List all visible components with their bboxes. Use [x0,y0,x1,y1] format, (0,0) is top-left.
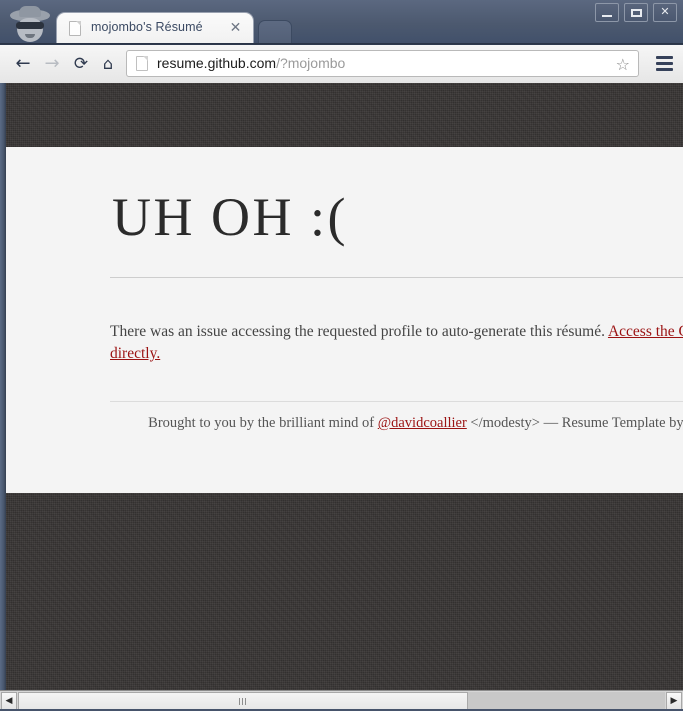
tab-close-icon[interactable]: ✕ [228,20,243,35]
browser-toolbar: ← → ⟳ ⌂ resume.github.com/?mojombo ☆ [0,45,683,84]
maximize-button[interactable] [624,3,648,22]
chrome-menu-icon[interactable] [653,53,675,74]
minimize-button[interactable] [595,3,619,22]
forward-icon[interactable]: → [39,52,65,76]
resume-paper-panel: UH OH :( There was an issue accessing th… [6,147,683,493]
page-title: UH OH :( [112,187,348,247]
window-controls: ✕ [595,3,677,22]
author-handle-link[interactable]: @davidcoallier [378,415,467,431]
new-tab-button[interactable] [258,20,292,44]
home-icon[interactable]: ⌂ [95,52,121,76]
error-message: There was an issue accessing the request… [110,321,683,365]
page-document-icon [69,21,81,36]
site-document-icon [136,56,148,71]
error-message-text: There was an issue accessing the request… [110,323,608,340]
horizontal-scrollbar[interactable]: ◀ ▶ [0,690,683,711]
reload-icon[interactable]: ⟳ [68,52,94,76]
page-footer: Brought to you by the brilliant mind of … [110,413,683,434]
url-text: resume.github.com/?mojombo [157,55,345,71]
browser-tab[interactable]: mojombo's Résumé ✕ [56,12,254,44]
footer-divider [110,401,683,402]
url-domain: resume.github.com [157,55,277,71]
page-viewport: UH OH :( There was an issue accessing th… [0,83,683,690]
close-button[interactable]: ✕ [653,3,677,22]
url-path: /?mojombo [276,55,346,71]
incognito-icon [8,6,52,44]
title-bar: mojombo's Résumé ✕ ✕ [0,0,683,45]
back-icon[interactable]: ← [10,52,36,76]
footer-lead-text: Brought to you by the brilliant mind of [148,415,378,431]
footer-mid-text: </modesty> — Resume Template by Thomas [470,415,683,431]
bookmark-star-icon[interactable]: ☆ [616,55,630,74]
browser-window: mojombo's Résumé ✕ ✕ ← → ⟳ ⌂ resume.gith… [0,0,683,711]
title-divider [110,277,683,278]
address-bar[interactable]: resume.github.com/?mojombo ☆ [126,50,639,77]
tab-title: mojombo's Résumé [91,20,203,34]
close-icon: ✕ [660,6,670,18]
